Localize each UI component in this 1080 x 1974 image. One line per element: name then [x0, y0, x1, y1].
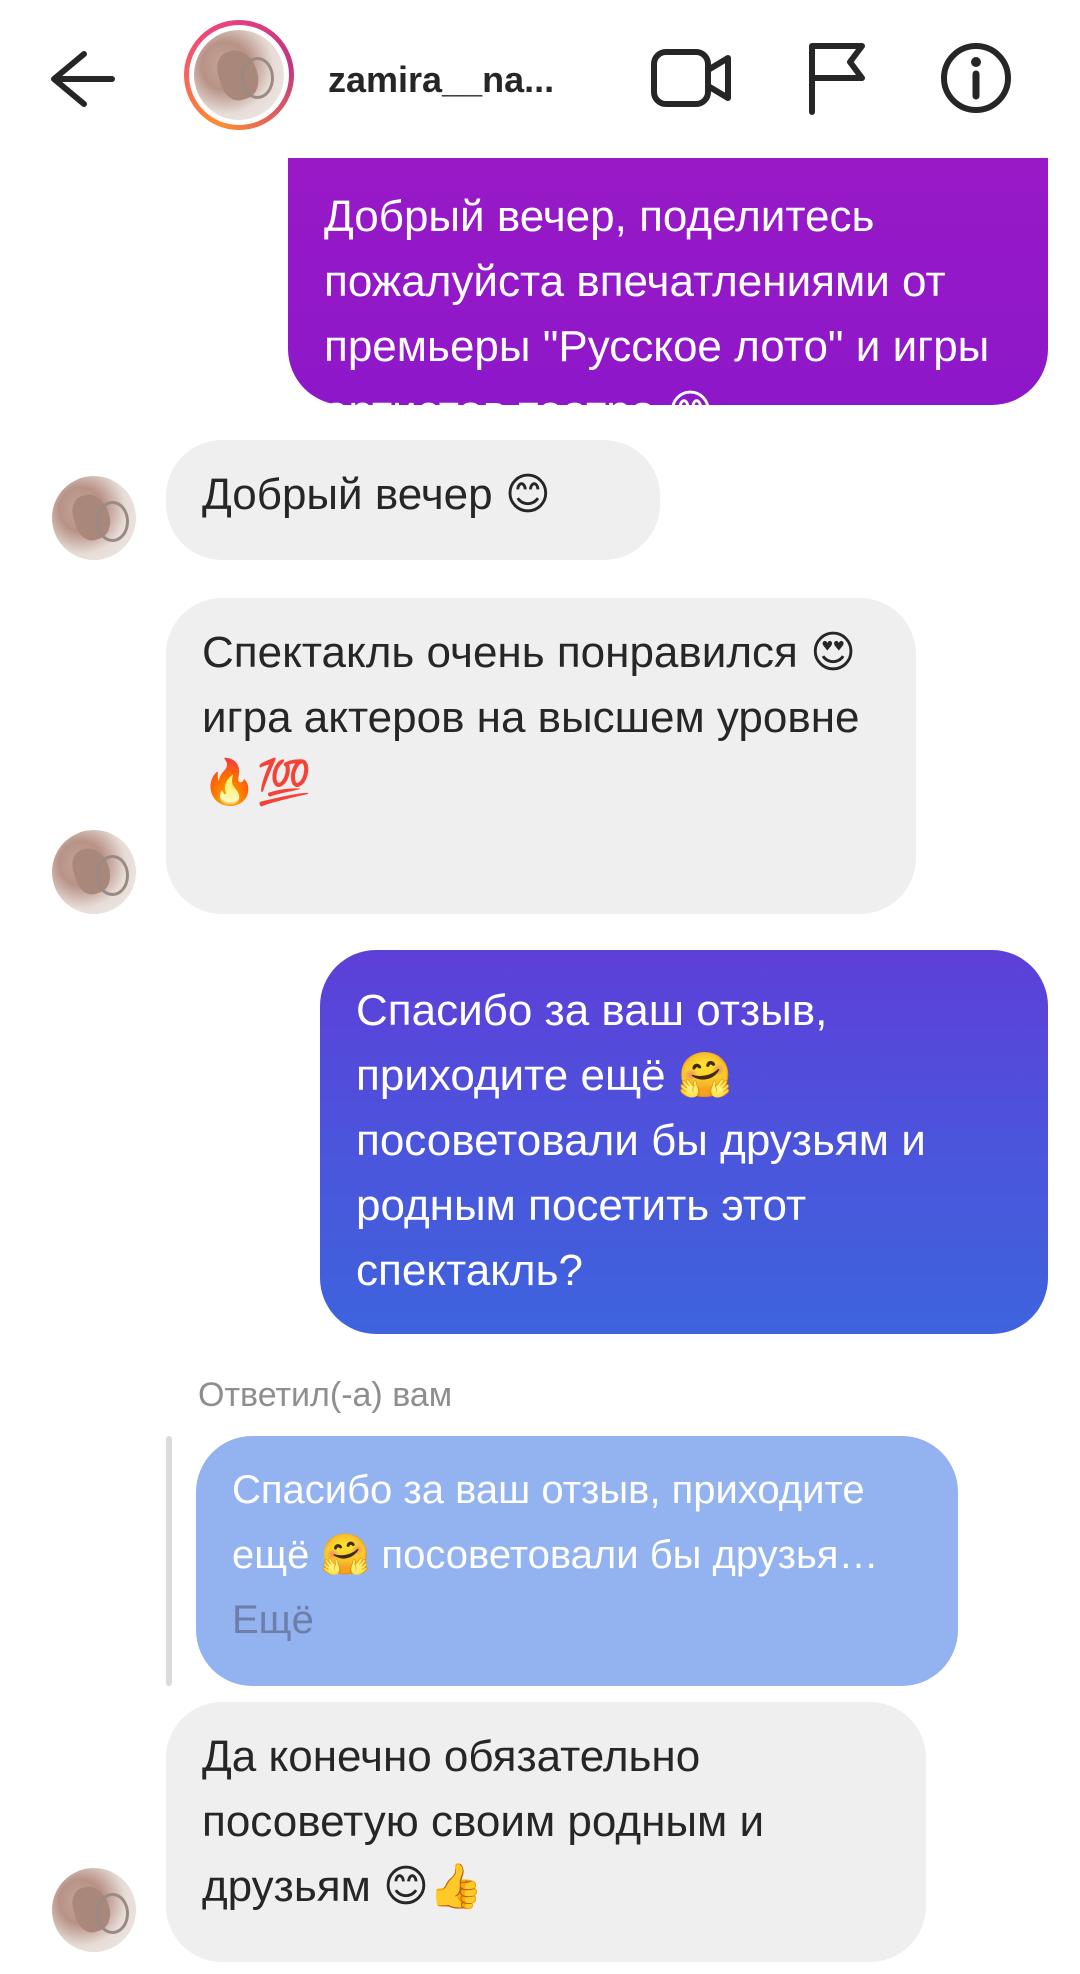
username[interactable]: zamira__na...: [328, 56, 578, 104]
contact-avatar[interactable]: [52, 476, 136, 560]
profile-avatar[interactable]: [184, 20, 294, 130]
contact-avatar[interactable]: [52, 830, 136, 914]
arrow-left-icon: [51, 51, 115, 107]
quoted-message-text: Спасибо за ваш отзыв, приходите ещё 🤗 по…: [232, 1468, 879, 1577]
outgoing-message[interactable]: Спасибо за ваш отзыв, приходите ещё 🤗 по…: [320, 950, 1048, 1334]
reply-indicator-bar: [166, 1436, 172, 1686]
message-thread[interactable]: Добрый вечер, поделитесь пожалуйста впеч…: [0, 0, 1080, 1974]
info-icon: [941, 43, 1011, 113]
reply-label: Ответил(-а) вам: [198, 1376, 453, 1414]
back-button[interactable]: [44, 44, 120, 114]
incoming-message[interactable]: Спектакль очень понравился 😍 игра актеро…: [166, 598, 916, 914]
video-call-icon: [651, 49, 731, 107]
video-call-button[interactable]: [650, 40, 734, 116]
see-more-link[interactable]: Ещё: [232, 1598, 314, 1642]
chat-header: zamira__na...: [0, 0, 1080, 158]
incoming-message[interactable]: Добрый вечер 😊: [166, 440, 660, 560]
quoted-message[interactable]: Спасибо за ваш отзыв, приходите ещё 🤗 по…: [196, 1436, 958, 1686]
contact-avatar[interactable]: [52, 1868, 136, 1952]
flag-icon: [809, 43, 865, 115]
report-button[interactable]: [800, 40, 884, 116]
info-button[interactable]: [934, 40, 1018, 116]
incoming-message[interactable]: Да конечно обязательно посоветую своим р…: [166, 1702, 926, 1962]
